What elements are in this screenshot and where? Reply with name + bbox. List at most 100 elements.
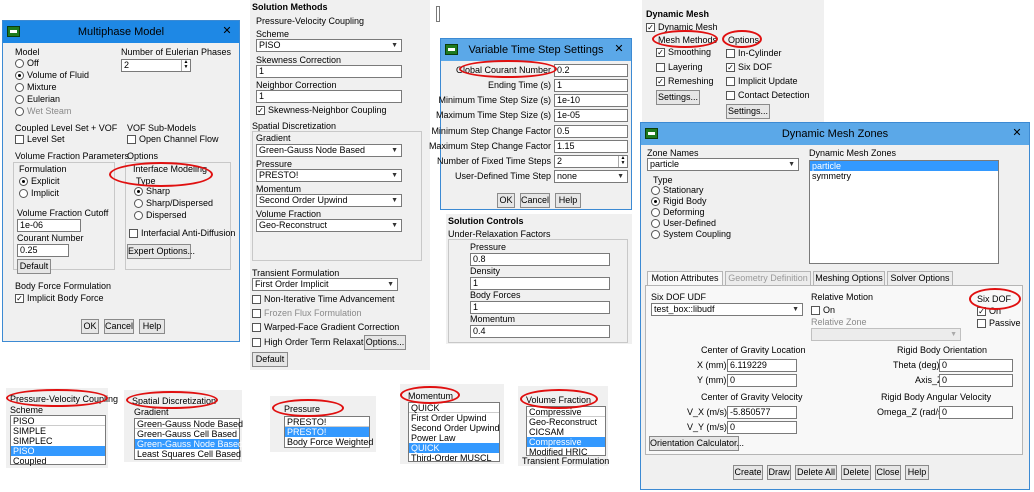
model-off-radio[interactable]	[15, 59, 24, 68]
list-item[interactable]: Green-Gauss Cell Based	[135, 429, 239, 439]
smoothing-checkbox[interactable]: ✓	[656, 48, 665, 57]
open-channel-checkbox[interactable]	[127, 135, 136, 144]
level-set-checkbox[interactable]	[15, 135, 24, 144]
transient-select[interactable]: First Order Implicit ▼	[252, 278, 398, 291]
cancel-button[interactable]: Cancel	[104, 319, 134, 334]
zone-type-radio[interactable]	[651, 208, 660, 217]
list-item[interactable]: PISO	[11, 416, 105, 426]
zone-type-radio[interactable]	[651, 186, 660, 195]
vf-select[interactable]: Geo-Reconstruct ▼	[256, 219, 402, 232]
remeshing-checkbox[interactable]: ✓	[656, 77, 665, 86]
explicit-radio[interactable]	[19, 177, 28, 186]
spinner-icon[interactable]: ▲ ▼	[181, 60, 190, 71]
zone-type-radio[interactable]	[651, 197, 660, 206]
mom-list[interactable]: QUICK First Order Upwind Second Order Up…	[408, 402, 500, 463]
options-button[interactable]: Options...	[364, 335, 406, 350]
implicit-body-force-checkbox[interactable]: ✓	[15, 294, 24, 303]
vts-row-input[interactable]: 1.15	[554, 140, 628, 153]
model-wetsteam-radio[interactable]	[15, 107, 24, 116]
scheme-select[interactable]: PISO ▼	[256, 39, 402, 52]
vts-row-input[interactable]: 2 ▲ ▼	[554, 155, 628, 168]
default-button[interactable]: Default	[252, 352, 288, 367]
frozen-flux-checkbox[interactable]	[252, 309, 261, 318]
draw-button[interactable]: Draw	[767, 465, 791, 480]
list-item[interactable]: Green-Gauss Node Based	[135, 419, 243, 429]
vx-input[interactable]: -5.850577	[727, 406, 797, 419]
dynamic-mesh-checkbox[interactable]: ✓	[646, 23, 655, 32]
tab-geometry-definition[interactable]: Geometry Definition	[725, 271, 811, 286]
x-input[interactable]: 6.119229	[727, 359, 797, 372]
relative-motion-on-checkbox[interactable]	[811, 306, 820, 315]
default-button[interactable]: Default	[17, 259, 51, 274]
pressure-select[interactable]: PRESTO! ▼	[256, 169, 402, 182]
list-item[interactable]: Geo-Reconstruct	[527, 417, 605, 427]
list-item[interactable]: Green-Gauss Node Based	[135, 439, 243, 449]
model-mixture-radio[interactable]	[15, 83, 24, 92]
dispersed-radio[interactable]	[134, 211, 143, 220]
gradient-select[interactable]: Green-Gauss Node Based ▼	[256, 144, 402, 157]
ok-button[interactable]: OK	[81, 319, 99, 334]
zone-names-select[interactable]: particle ▼	[647, 158, 799, 171]
ok-button[interactable]: OK	[497, 193, 515, 208]
passive-checkbox[interactable]	[977, 319, 986, 328]
momentum-select[interactable]: Second Order Upwind ▼	[256, 194, 402, 207]
expert-options-button[interactable]: Expert Options...	[127, 244, 195, 259]
warped-face-checkbox[interactable]	[252, 323, 261, 332]
options-settings-button[interactable]: Settings...	[726, 104, 770, 119]
list-item[interactable]: QUICK	[409, 403, 499, 413]
delete-button[interactable]: Delete	[841, 465, 871, 480]
vts-udf-select[interactable]: none ▼	[554, 170, 628, 183]
sharp-radio[interactable]	[134, 187, 143, 196]
vts-row-input[interactable]: 0.2	[554, 64, 628, 77]
vy-input[interactable]: 0	[727, 421, 797, 434]
spinner-icon[interactable]: ▲ ▼	[618, 156, 627, 167]
dm-zones-list[interactable]: particle symmetry	[809, 160, 999, 264]
zone-type-radio[interactable]	[651, 219, 660, 228]
close-icon[interactable]: ✕	[219, 24, 235, 39]
urf-item-input[interactable]: 0.4	[470, 325, 610, 338]
help-button[interactable]: Help	[139, 319, 165, 334]
mesh-settings-button[interactable]: Settings...	[656, 90, 700, 105]
omega-input[interactable]: 0	[939, 406, 1013, 419]
list-item[interactable]: Coupled	[11, 456, 105, 466]
tab-motion-attributes[interactable]: Motion Attributes	[647, 271, 723, 286]
list-item[interactable]: symmetry	[810, 171, 998, 181]
vts-row-input[interactable]: 1e-05	[554, 109, 628, 122]
close-icon[interactable]: ✕	[1009, 126, 1025, 141]
list-item[interactable]: QUICK	[409, 443, 499, 453]
vts-row-input[interactable]: 0.5	[554, 125, 628, 138]
vts-row-input[interactable]: 1e-10	[554, 94, 628, 107]
list-item[interactable]: SIMPLEC	[11, 436, 105, 446]
in-cylinder-checkbox[interactable]	[726, 49, 735, 58]
list-item[interactable]: Body Force Weighted	[285, 437, 373, 447]
list-item[interactable]: PRESTO!	[285, 417, 369, 427]
help-button[interactable]: Help	[555, 193, 581, 208]
cancel-button[interactable]: Cancel	[520, 193, 550, 208]
list-item[interactable]: Second Order Upwind	[409, 423, 500, 433]
relative-zone-select[interactable]: ▼	[811, 328, 961, 341]
model-vof-radio[interactable]	[15, 71, 24, 80]
theta-input[interactable]: 0	[939, 359, 1013, 372]
urf-item-input[interactable]: 0.8	[470, 253, 610, 266]
num-phases-input[interactable]: 2 ▲ ▼	[121, 59, 191, 72]
delete-all-button[interactable]: Delete All	[795, 465, 837, 480]
close-button[interactable]: Close	[875, 465, 901, 480]
list-item[interactable]: SIMPLE	[11, 426, 105, 436]
list-item[interactable]: Least Squares Cell Based	[135, 449, 241, 459]
zone-type-radio[interactable]	[651, 230, 660, 239]
list-item[interactable]: CICSAM	[527, 427, 605, 437]
cutoff-input[interactable]: 1e-06	[17, 219, 81, 232]
list-item[interactable]: PISO	[11, 446, 105, 456]
list-item[interactable]: First Order Upwind	[409, 413, 499, 423]
list-item[interactable]: Power Law	[409, 433, 499, 443]
vfrac-list[interactable]: Compressive Geo-Reconstruct CICSAM Compr…	[526, 406, 606, 457]
urf-item-input[interactable]: 1	[470, 301, 610, 314]
pvc-list[interactable]: PISO SIMPLE SIMPLEC PISO Coupled	[10, 415, 106, 466]
y-input[interactable]: 0	[727, 374, 797, 387]
high-order-checkbox[interactable]	[252, 338, 261, 347]
sharp-dispersed-radio[interactable]	[134, 199, 143, 208]
pres-list[interactable]: PRESTO! PRESTO! Body Force Weighted	[284, 416, 373, 448]
udf-select[interactable]: test_box::libudf ▼	[651, 303, 803, 316]
tab-solver-options[interactable]: Solver Options	[887, 271, 953, 286]
nita-checkbox[interactable]	[252, 295, 261, 304]
